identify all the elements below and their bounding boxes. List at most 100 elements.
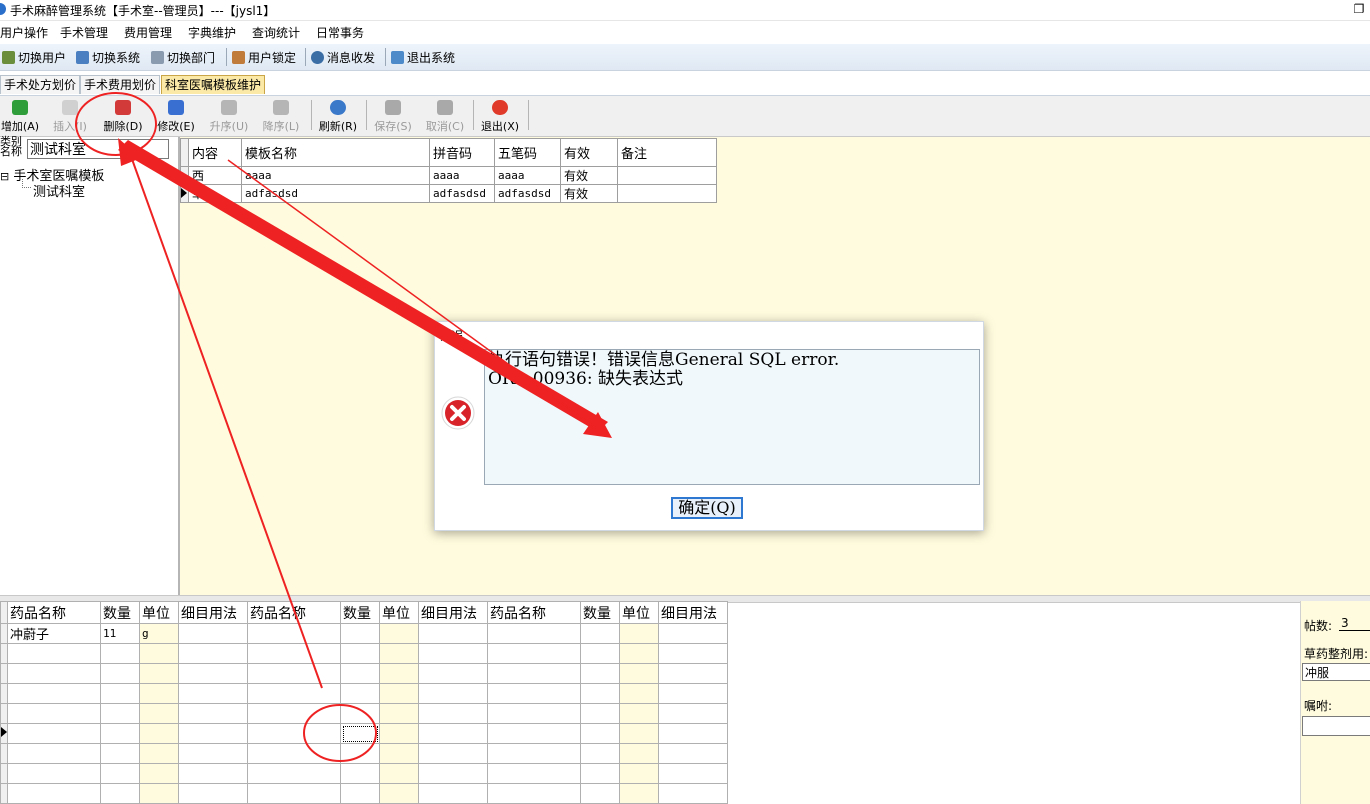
table-cell[interactable] [658, 683, 728, 704]
col-header[interactable]: 单位 [379, 601, 419, 624]
col-header[interactable]: 细目用法 [418, 601, 488, 624]
table-cell[interactable] [418, 703, 488, 724]
table-cell[interactable] [247, 643, 341, 664]
table-cell[interactable] [580, 663, 620, 684]
delete-button[interactable]: 删除(D) [100, 100, 146, 134]
table-cell[interactable] [7, 683, 101, 704]
tab-template-maintenance[interactable]: 科室医嘱模板维护 [161, 75, 266, 94]
table-cell[interactable] [619, 743, 659, 764]
col-header[interactable]: 单位 [619, 601, 659, 624]
table-cell[interactable] [100, 723, 140, 744]
table-cell[interactable] [658, 743, 728, 764]
tab-fee-pricing[interactable]: 手术费用划价 [80, 75, 161, 94]
table-cell[interactable] [619, 623, 659, 644]
table-cell[interactable] [178, 683, 248, 704]
tree-collapse-icon[interactable]: ⊟ [0, 170, 9, 183]
category-input[interactable]: 测试科室 [27, 139, 169, 159]
col-header[interactable]: 药品名称 [7, 601, 101, 624]
table-row[interactable] [0, 723, 728, 744]
table-cell[interactable] [487, 663, 581, 684]
table-cell[interactable] [379, 623, 419, 644]
table-row[interactable]: 草 adfasdsd adfasdsd adfasdsd 有效 [180, 184, 717, 203]
table-cell[interactable] [487, 723, 581, 744]
table-cell[interactable] [487, 643, 581, 664]
table-cell[interactable] [418, 683, 488, 704]
col-header[interactable]: 拼音码 [429, 138, 495, 167]
usage-select[interactable]: 冲服 [1302, 663, 1370, 681]
table-cell[interactable] [247, 763, 341, 784]
col-header[interactable]: 细目用法 [178, 601, 248, 624]
table-cell[interactable] [619, 643, 659, 664]
col-header[interactable]: 数量 [580, 601, 620, 624]
tab-prescription-pricing[interactable]: 手术处方划价 [0, 75, 81, 94]
table-cell[interactable] [340, 763, 380, 784]
table-cell[interactable] [658, 723, 728, 744]
table-cell[interactable] [379, 683, 419, 704]
table-row[interactable]: 西 aaaa aaaa aaaa 有效 [180, 166, 717, 185]
ok-button[interactable]: 确定(Q) [671, 497, 743, 519]
col-header[interactable]: 备注 [617, 138, 717, 167]
table-cell[interactable] [619, 663, 659, 684]
table-cell[interactable] [247, 783, 341, 804]
table-cell[interactable] [619, 763, 659, 784]
table-cell[interactable] [487, 743, 581, 764]
lock-user-button[interactable]: 用户锁定 [232, 49, 296, 66]
table-cell[interactable] [178, 623, 248, 644]
table-cell[interactable] [617, 184, 717, 203]
table-row[interactable] [0, 783, 728, 804]
table-cell[interactable] [100, 783, 140, 804]
table-cell[interactable] [178, 643, 248, 664]
table-cell[interactable] [340, 783, 380, 804]
table-cell[interactable]: 有效 [560, 184, 618, 203]
table-cell[interactable] [139, 703, 179, 724]
table-cell[interactable] [340, 643, 380, 664]
cancel-button[interactable]: 取消(C) [422, 100, 468, 134]
table-cell[interactable] [379, 643, 419, 664]
table-cell[interactable] [178, 663, 248, 684]
maximize-icon[interactable]: ❐ [1348, 0, 1370, 18]
message-button[interactable]: 消息收发 [311, 49, 375, 66]
table-cell[interactable] [658, 703, 728, 724]
table-cell[interactable] [580, 723, 620, 744]
col-header[interactable]: 内容 [188, 138, 242, 167]
table-cell[interactable] [340, 623, 380, 644]
table-cell[interactable] [247, 703, 341, 724]
menu-query[interactable]: 查询统计 [252, 24, 300, 41]
exit-button[interactable]: 退出(X) [477, 100, 523, 134]
table-cell[interactable] [247, 623, 341, 644]
table-cell[interactable]: 11 [100, 623, 140, 644]
focused-cell[interactable] [340, 723, 380, 744]
table-cell[interactable] [7, 743, 101, 764]
table-cell[interactable]: adfasdsd [494, 184, 561, 203]
table-cell[interactable]: aaaa [429, 166, 495, 185]
col-header[interactable]: 数量 [100, 601, 140, 624]
table-cell[interactable]: 西 [188, 166, 242, 185]
menu-daily[interactable]: 日常事务 [316, 24, 364, 41]
table-cell[interactable] [7, 783, 101, 804]
table-cell[interactable] [340, 703, 380, 724]
tree-node-child[interactable]: 测试科室 [33, 181, 85, 200]
table-cell[interactable] [658, 783, 728, 804]
table-cell[interactable] [379, 763, 419, 784]
table-cell[interactable] [139, 723, 179, 744]
tieshu-input[interactable]: 3 [1339, 616, 1370, 631]
menu-user-ops[interactable]: 用户操作 [0, 24, 48, 41]
table-cell[interactable]: aaaa [494, 166, 561, 185]
table-cell[interactable] [7, 663, 101, 684]
table-cell[interactable] [139, 643, 179, 664]
col-header[interactable]: 细目用法 [658, 601, 728, 624]
edit-button[interactable]: 修改(E) [154, 100, 198, 134]
table-cell[interactable] [418, 743, 488, 764]
table-cell[interactable] [379, 723, 419, 744]
table-cell[interactable] [7, 763, 101, 784]
table-cell[interactable] [487, 763, 581, 784]
advice-input[interactable] [1302, 716, 1370, 736]
col-header[interactable]: 模板名称 [241, 138, 430, 167]
sort-desc-button[interactable]: 降序(L) [258, 100, 304, 134]
table-cell[interactable]: aaaa [241, 166, 430, 185]
table-cell[interactable] [139, 663, 179, 684]
table-cell[interactable] [178, 783, 248, 804]
table-cell[interactable] [580, 703, 620, 724]
table-cell[interactable]: adfasdsd [429, 184, 495, 203]
menu-surgery[interactable]: 手术管理 [60, 24, 108, 41]
